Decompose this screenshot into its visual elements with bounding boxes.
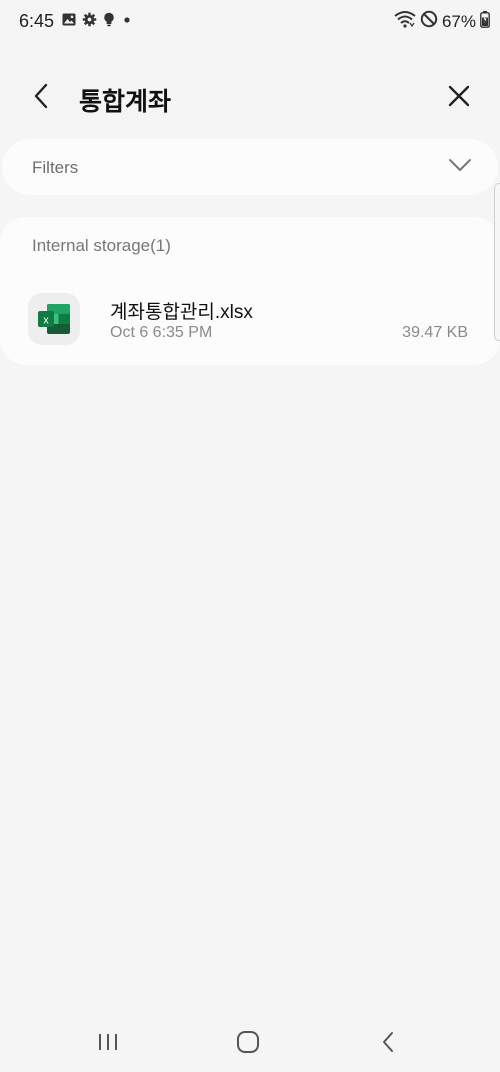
status-right-icons: 67% xyxy=(394,10,490,33)
recent-apps-button[interactable] xyxy=(88,1028,128,1060)
lightbulb-icon xyxy=(103,12,115,27)
navigation-bar xyxy=(0,1016,500,1072)
dot-icon xyxy=(121,14,133,26)
filters-dropdown[interactable]: Filters xyxy=(2,139,498,195)
status-bar: 6:45 67% xyxy=(0,0,500,42)
status-time: 6:45 xyxy=(19,11,55,31)
close-button[interactable] xyxy=(442,80,476,116)
storage-header: Internal storage(1) xyxy=(32,236,171,255)
back-icon xyxy=(381,1031,395,1058)
wifi-icon xyxy=(394,10,416,33)
chevron-left-icon xyxy=(33,83,49,114)
status-left-icons xyxy=(62,12,133,27)
excel-file-icon: x xyxy=(28,293,80,345)
battery-icon xyxy=(480,10,490,33)
internal-storage-section: Internal storage(1) x 계좌통합관리.xlsx Oct 6 … xyxy=(0,217,500,365)
recent-apps-icon xyxy=(97,1032,119,1057)
scrollbar[interactable] xyxy=(494,183,500,341)
home-icon xyxy=(236,1030,260,1059)
chevron-down-icon xyxy=(448,157,472,178)
gallery-icon xyxy=(62,13,76,26)
home-button[interactable] xyxy=(228,1028,268,1060)
file-size: 39.47 KB xyxy=(402,324,468,341)
settings-icon xyxy=(82,12,97,27)
do-not-disturb-icon xyxy=(420,10,438,33)
nav-back-button[interactable] xyxy=(368,1028,408,1060)
file-name: 계좌통합관리.xlsx xyxy=(110,302,253,323)
app-bar: 통합계좌 xyxy=(0,70,500,126)
svg-text:x: x xyxy=(43,315,49,327)
back-button[interactable] xyxy=(24,80,58,116)
page-title: 통합계좌 xyxy=(79,88,172,116)
file-list-item[interactable]: x 계좌통합관리.xlsx Oct 6 6:35 PM 39.47 KB xyxy=(0,281,500,357)
close-icon xyxy=(448,85,470,112)
battery-percentage: 67% xyxy=(441,11,476,31)
file-date: Oct 6 6:35 PM xyxy=(110,324,213,341)
filters-label: Filters xyxy=(32,158,79,177)
